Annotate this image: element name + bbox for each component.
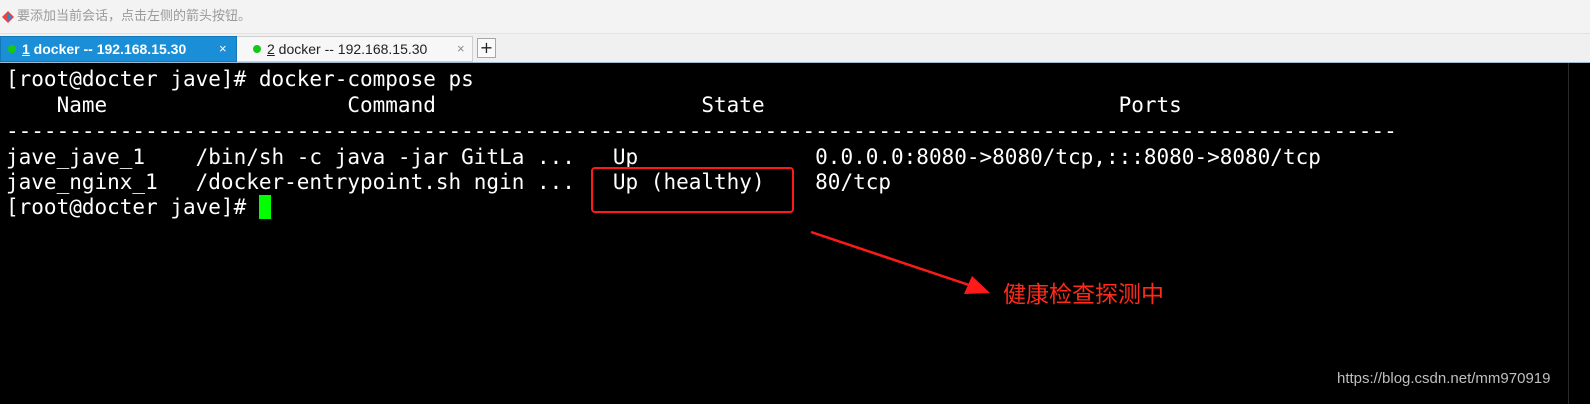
annotation-label: 健康检查探测中: [1003, 282, 1164, 308]
connected-status-icon: [253, 45, 261, 53]
tab-number: 2: [267, 41, 275, 57]
tab-session-2[interactable]: 2 docker -- 192.168.15.30 ×: [237, 36, 473, 62]
diamond-arrow-icon[interactable]: [2, 11, 14, 23]
tab-session-1[interactable]: 1 docker -- 192.168.15.30 ×: [0, 36, 237, 62]
terminal-command-line: [root@docter jave]# docker-compose ps: [6, 67, 474, 91]
session-hint-bar: 要添加当前会话，点击左侧的箭头按钮。: [0, 0, 1590, 34]
terminal-cursor: [258, 195, 271, 219]
tab-label: 1 docker -- 192.168.15.30: [22, 37, 186, 61]
terminal-table-header: Name Command State Ports: [6, 93, 1182, 117]
tab-strip: 1 docker -- 192.168.15.30 × 2 docker -- …: [0, 34, 1590, 63]
vertical-scrollbar[interactable]: [1568, 63, 1590, 404]
close-icon[interactable]: ×: [219, 37, 227, 61]
connected-status-icon: [8, 45, 16, 53]
session-hint-text: 要添加当前会话，点击左侧的箭头按钮。: [17, 9, 252, 24]
tab-number: 1: [22, 41, 30, 57]
tab-title: docker -- 192.168.15.30: [274, 41, 428, 57]
close-icon[interactable]: ×: [457, 37, 465, 61]
terminal-prompt: [root@docter jave]#: [6, 195, 259, 219]
terminal-app-window: 要添加当前会话，点击左侧的箭头按钮。 1 docker -- 192.168.1…: [0, 0, 1590, 404]
add-tab-button[interactable]: +: [477, 38, 496, 58]
tab-title: docker -- 192.168.15.30: [29, 41, 187, 57]
terminal-prompt-line: [root@docter jave]#: [6, 195, 271, 220]
highlight-box: [591, 167, 794, 213]
watermark: https://blog.csdn.net/mm970919: [1337, 370, 1551, 387]
tab-label: 2 docker -- 192.168.15.30: [267, 37, 427, 61]
terminal-output[interactable]: [root@docter jave]# docker-compose ps Na…: [0, 63, 1568, 404]
terminal-table-divider: ----------------------------------------…: [6, 119, 1397, 143]
